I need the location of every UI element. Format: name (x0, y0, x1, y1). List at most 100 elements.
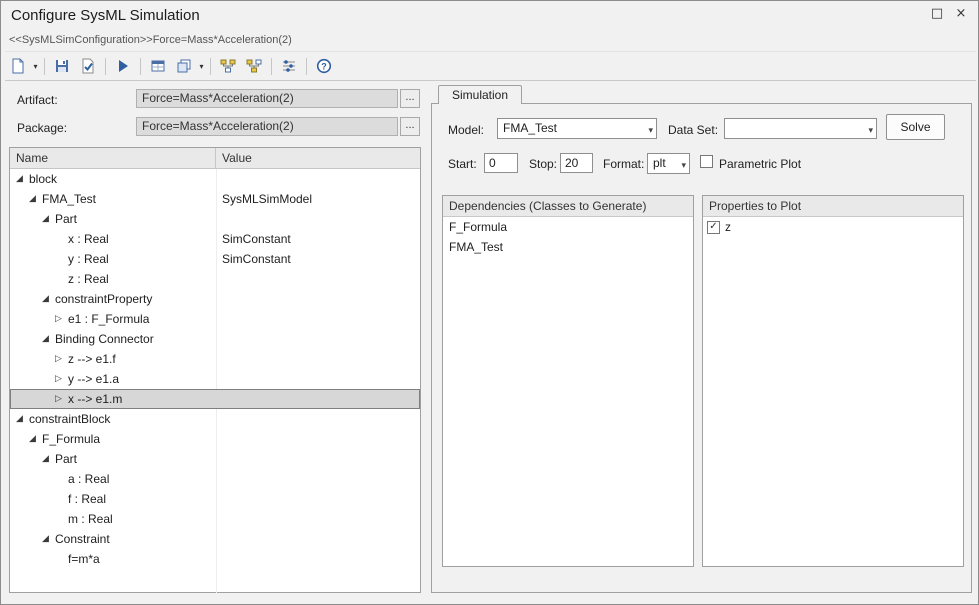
chevron-down-icon: ▾ (868, 122, 873, 139)
tree-row[interactable]: ◢F_Formula (10, 429, 420, 449)
tree-node-label: FMA_Test (42, 192, 96, 206)
help-icon[interactable]: ? (312, 55, 336, 77)
stop-label: Stop: (529, 155, 557, 173)
tree-indent (10, 219, 42, 220)
tree-node-value: SimConstant (222, 232, 291, 246)
hierarchy-add-icon[interactable] (216, 55, 240, 77)
tree-indent (10, 399, 55, 400)
collapse-icon[interactable]: ◢ (16, 169, 28, 189)
dependencies-panel: Dependencies (Classes to Generate) F_For… (442, 195, 694, 567)
tree-indent (10, 559, 55, 560)
duplicate-icon[interactable] (172, 55, 196, 77)
chevron-down-icon: ▾ (648, 122, 653, 139)
tree-row[interactable]: ◢block (10, 169, 420, 189)
tree-node-label: constraintBlock (29, 412, 110, 426)
dataset-dropdown[interactable]: ▾ (724, 118, 877, 139)
package-field[interactable]: Force=Mass*Acceleration(2) (136, 117, 398, 136)
tree-indent (10, 259, 55, 260)
tab-simulation[interactable]: Simulation (438, 85, 522, 104)
solve-button[interactable]: Solve (886, 114, 945, 140)
tree-row[interactable]: f : Real (10, 489, 420, 509)
settings-icon[interactable] (277, 55, 301, 77)
toolbar-separator (306, 58, 307, 75)
collapse-icon[interactable]: ◢ (42, 209, 54, 229)
tree-row[interactable]: ◢Binding Connector (10, 329, 420, 349)
tree-row[interactable]: y : RealSimConstant (10, 249, 420, 269)
tree-row[interactable]: ▷e1 : F_Formula (10, 309, 420, 329)
collapse-icon[interactable]: ◢ (42, 449, 54, 469)
tree-row[interactable]: ◢constraintProperty (10, 289, 420, 309)
new-document-icon[interactable] (6, 55, 30, 77)
tree-indent (10, 519, 55, 520)
tree-node-label: z : Real (68, 272, 109, 286)
generate-icon[interactable] (146, 55, 170, 77)
tree-row[interactable]: a : Real (10, 469, 420, 489)
tree-row[interactable]: ◢Part (10, 449, 420, 469)
save-icon[interactable] (50, 55, 74, 77)
tree-row[interactable]: x : Real SimConstant (10, 229, 420, 249)
format-dropdown-value: plt (653, 156, 666, 170)
duplicate-dropdown-icon[interactable]: ▾ (197, 62, 206, 71)
start-input[interactable]: 0 (484, 153, 518, 173)
collapse-icon[interactable]: ◢ (16, 409, 28, 429)
format-dropdown[interactable]: plt ▾ (647, 153, 690, 174)
tree-indent (10, 299, 42, 300)
toolbar-separator (210, 58, 211, 75)
expand-icon[interactable]: ▷ (55, 389, 67, 409)
plot-item[interactable]: ✓z (703, 217, 963, 237)
properties-to-plot-header: Properties to Plot (703, 196, 963, 217)
tree-node-label: x : Real (68, 232, 109, 246)
package-browse-button[interactable]: ... (400, 117, 420, 136)
expand-icon[interactable]: ▷ (55, 309, 67, 329)
tree-node-label: Part (55, 212, 77, 226)
collapse-icon[interactable]: ◢ (42, 289, 54, 309)
expand-icon[interactable]: ▷ (55, 349, 67, 369)
collapse-icon[interactable]: ◢ (29, 189, 41, 209)
close-button[interactable]: × (952, 5, 970, 23)
tree-row[interactable]: ◢Constraint (10, 529, 420, 549)
configure-sysml-simulation-dialog: Configure SysML Simulation □ × <<SysMLSi… (0, 0, 979, 605)
parametric-plot-checkbox[interactable] (700, 155, 713, 168)
tree-indent (10, 379, 55, 380)
tree-node-label: Binding Connector (55, 332, 154, 346)
dependency-item[interactable]: F_Formula (443, 217, 693, 237)
maximize-button[interactable]: □ (928, 5, 946, 23)
artifact-field[interactable]: Force=Mass*Acceleration(2) (136, 89, 398, 108)
run-simulation-icon[interactable] (111, 55, 135, 77)
tree-row[interactable]: z : Real (10, 269, 420, 289)
tree-indent (10, 499, 55, 500)
tree-node-label: z --> e1.f (68, 352, 116, 366)
tree-row[interactable]: ▷z --> e1.f (10, 349, 420, 369)
tree-row[interactable]: ◢constraintBlock (10, 409, 420, 429)
tree-row[interactable]: ◢FMA_Test SysMLSimModel (10, 189, 420, 209)
tree-row[interactable]: f=m*a (10, 549, 420, 569)
new-document-dropdown-icon[interactable]: ▾ (31, 62, 40, 71)
artifact-browse-button[interactable]: ... (400, 89, 420, 108)
tree-row[interactable]: m : Real (10, 509, 420, 529)
dependency-item[interactable]: FMA_Test (443, 237, 693, 257)
collapse-icon[interactable]: ◢ (29, 429, 41, 449)
plot-item-label: z (725, 217, 731, 237)
collapse-icon[interactable]: ◢ (42, 329, 54, 349)
tree-row[interactable]: ▷y --> e1.a (10, 369, 420, 389)
tree-node-value: SimConstant (222, 252, 291, 266)
tree-indent (10, 339, 42, 340)
tree-indent (10, 279, 55, 280)
tree-node-label: Part (55, 452, 77, 466)
tree-indent (10, 359, 55, 360)
tree-row[interactable]: ▷x --> e1.m (10, 389, 420, 409)
model-dropdown[interactable]: FMA_Test ▾ (497, 118, 657, 139)
tree-node-label: constraintProperty (55, 292, 152, 306)
expand-icon[interactable]: ▷ (55, 369, 67, 389)
toolbar-separator (44, 58, 45, 75)
hierarchy-remove-icon[interactable] (242, 55, 266, 77)
validate-icon[interactable] (76, 55, 100, 77)
collapse-icon[interactable]: ◢ (42, 529, 54, 549)
stop-input[interactable]: 20 (560, 153, 593, 173)
model-dropdown-value: FMA_Test (503, 121, 557, 135)
plot-item-checkbox[interactable]: ✓ (707, 221, 720, 234)
start-label: Start: (448, 155, 477, 173)
plot-list: ✓z (703, 217, 963, 237)
tree-node-value: SysMLSimModel (222, 192, 312, 206)
tree-row[interactable]: ◢Part (10, 209, 420, 229)
